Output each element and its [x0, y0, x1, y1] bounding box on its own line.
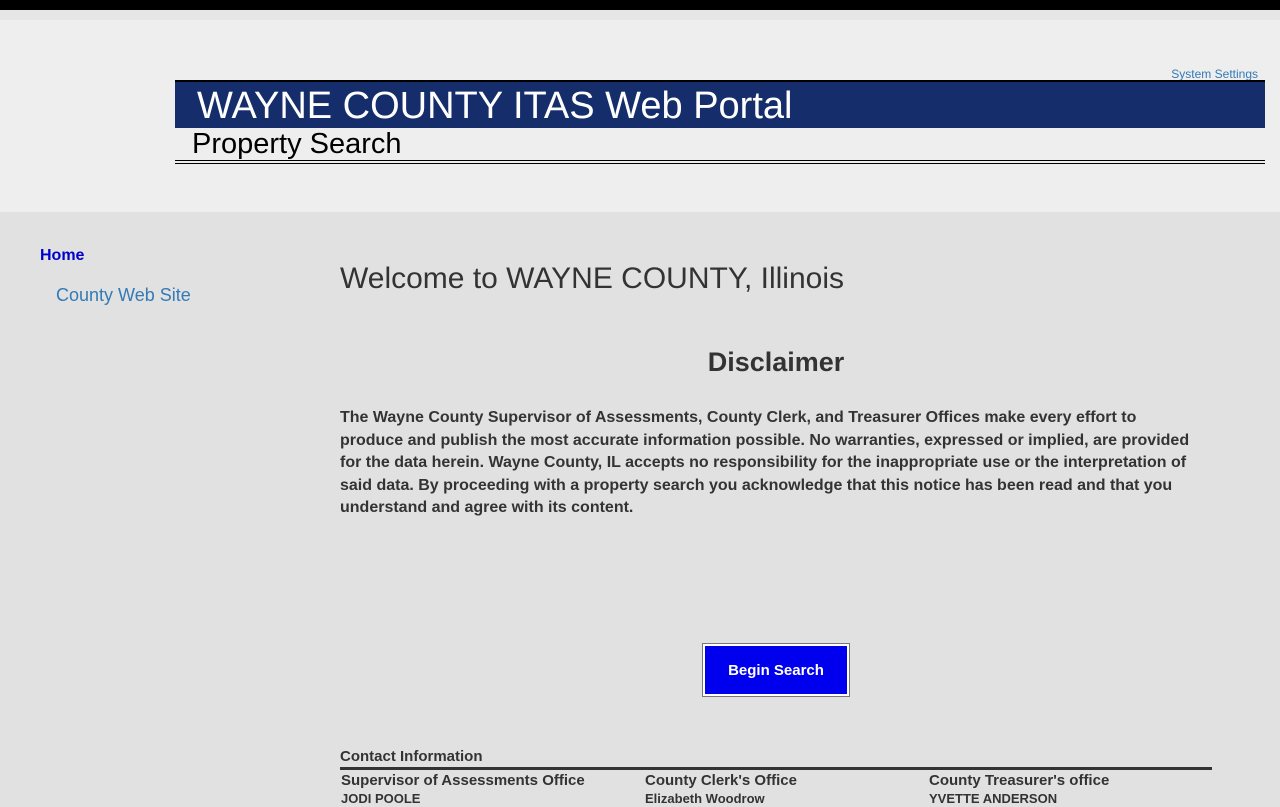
contact-information: Contact Information Supervisor of Assess…	[340, 748, 1212, 806]
office-assessments: Supervisor of Assessments Office JODI PO…	[341, 772, 585, 807]
begin-search-button[interactable]: Begin Search	[705, 646, 847, 694]
office-treasurer: County Treasurer's office YVETTE ANDERSO…	[929, 772, 1109, 807]
sidebar-nav: Home County Web Site	[40, 246, 191, 306]
system-settings-link[interactable]: System Settings	[1171, 67, 1258, 81]
office-contact-name: JODI POOLE	[341, 791, 421, 806]
window-top-bar	[0, 0, 1280, 10]
page-subtitle: Property Search	[192, 128, 402, 160]
disclaimer-heading: Disclaimer	[707, 347, 845, 377]
sidebar-item-home[interactable]: Home	[40, 246, 191, 266]
page-header: System Settings WAYNE COUNTY ITAS Web Po…	[0, 10, 1280, 212]
portal-title: WAYNE COUNTY ITAS Web Portal	[197, 85, 793, 127]
header-strip	[0, 10, 1280, 20]
disclaimer-text: The Wayne County Supervisor of Assessmen…	[340, 409, 1190, 516]
welcome-heading: Welcome to WAYNE COUNTY, Illinois	[340, 262, 845, 295]
sidebar-item-county-web-site[interactable]: County Web Site	[56, 284, 191, 306]
contact-heading: Contact Information	[340, 748, 483, 765]
office-county-clerk: County Clerk's Office Elizabeth Woodrow	[645, 772, 797, 807]
begin-search-frame: Begin Search	[702, 643, 850, 697]
office-title: County Clerk's Office	[645, 772, 797, 789]
office-title: Supervisor of Assessments Office	[341, 772, 585, 789]
main-content: Welcome to WAYNE COUNTY, Illinois Discla…	[340, 262, 1212, 516]
office-contact-name: YVETTE ANDERSON	[929, 791, 1058, 806]
office-title: County Treasurer's office	[929, 772, 1110, 789]
office-contact-name: Elizabeth Woodrow	[645, 791, 765, 806]
header-divider	[175, 160, 1265, 164]
title-bar: WAYNE COUNTY ITAS Web Portal	[175, 80, 1265, 128]
contact-divider	[340, 767, 1212, 770]
